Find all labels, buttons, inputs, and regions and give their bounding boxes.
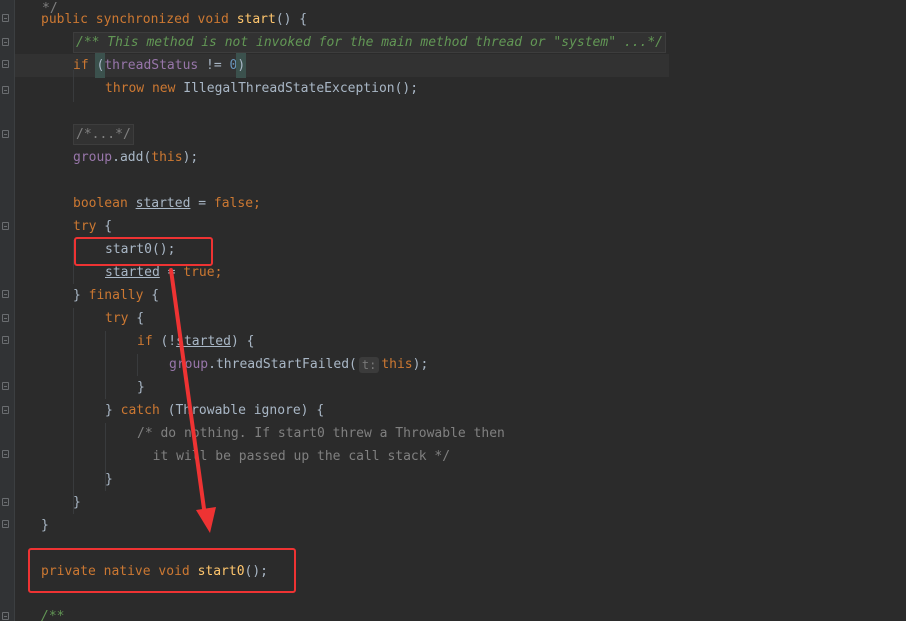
comment: /* do nothing. If start0 threw a Throwab… [137,426,505,441]
fold-icon[interactable] [2,450,9,458]
code-line[interactable]: /*...*/ [73,123,134,146]
field-name: threadStatus [104,58,199,73]
indent-guide [105,331,106,399]
code-line[interactable]: group .threadStartFailed(t: this); [169,353,428,376]
parameter-hint: t: [358,356,380,373]
code-line[interactable]: if (! started) { [137,330,254,353]
keyword: catch [120,403,160,418]
code-line[interactable]: public synchronized void start() { [41,8,307,31]
method-name: start [236,12,276,27]
code-line[interactable]: } finally { [73,284,159,307]
code-text: ; [214,265,223,280]
fold-icon[interactable] [2,612,9,620]
variable-name: started [176,334,231,349]
fold-icon[interactable] [2,382,9,390]
keyword: throw [105,81,145,96]
code-text: } [41,518,49,533]
fold-icon[interactable] [2,520,9,528]
fold-icon[interactable] [2,314,9,322]
keyword: synchronized [95,12,190,27]
keyword: false [213,196,254,211]
code-line[interactable]: boolean started = false; [73,192,261,215]
fold-icon[interactable] [2,60,9,68]
code-text: () { [275,12,308,27]
code-text: { [143,288,160,303]
folded-doc-comment[interactable]: /** This method is not invoked for the m… [73,32,666,53]
field-name: group [73,150,113,165]
start0-call-highlight [74,237,213,266]
keyword: finally [88,288,144,303]
code-line[interactable]: /** This method is not invoked for the m… [73,31,666,54]
code-text: { [128,311,145,326]
folded-comment[interactable]: /*...*/ [73,124,134,145]
code-text: ) { [230,334,255,349]
fold-icon[interactable] [2,498,9,506]
code-line[interactable]: group .add(this); [73,146,198,169]
code-line[interactable]: try { [105,307,144,330]
code-text: } [105,472,113,487]
editor-gutter[interactable] [0,0,15,621]
keyword: new [151,81,176,96]
code-text: } [105,403,121,418]
number-literal: 0 [229,58,238,73]
code-editor[interactable]: */ public synchronized void start() { /*… [0,0,906,621]
arrow-shaft [169,268,207,518]
keyword: void [197,12,229,27]
keyword: public [41,12,88,27]
code-line[interactable]: } [41,514,49,537]
fold-icon[interactable] [2,86,9,94]
code-text: } [73,495,81,510]
fold-icon[interactable] [2,406,9,414]
fold-icon[interactable] [2,222,9,230]
code-text: ); [182,150,199,165]
code-text: ; [253,196,261,211]
code-text: != [198,58,230,73]
keyword: if [137,334,153,349]
fold-icon[interactable] [2,130,9,138]
code-line[interactable]: it will be passed up the call stack */ [137,445,450,468]
code-text: (Throwable ignore) { [159,403,325,418]
keyword: this [381,357,413,372]
code-text: = [190,196,214,211]
code-line[interactable]: if (threadStatus != 0) [73,53,247,78]
code-text: .threadStartFailed( [208,357,357,372]
code-line[interactable]: } [73,491,81,514]
arrow-head-icon [196,507,216,533]
fold-icon[interactable] [2,38,9,46]
indent-guide [137,354,138,376]
start0-declaration-highlight [28,548,296,593]
code-line[interactable]: } [137,376,145,399]
fold-icon[interactable] [2,336,9,344]
code-line[interactable]: } catch (Throwable ignore) { [105,399,324,422]
keyword: if [73,58,89,73]
fold-icon[interactable] [2,290,9,298]
code-line[interactable]: } [105,468,113,491]
code-line[interactable]: /* do nothing. If start0 threw a Throwab… [137,422,505,445]
fold-icon[interactable] [2,14,9,22]
code-line[interactable]: /** [41,605,64,621]
variable-name: started [135,196,191,211]
keyword: try [105,311,129,326]
matched-paren: ) [236,53,247,78]
code-text: { [96,219,113,234]
code-text: ); [412,357,429,372]
code-text: .add( [112,150,152,165]
code-line[interactable]: throw new IllegalThreadStateException(); [105,77,418,100]
matched-paren: ( [95,53,106,78]
code-text: } [73,288,89,303]
comment: it will be passed up the call stack */ [137,449,451,464]
code-text: (! [152,334,177,349]
keyword: boolean [73,196,128,211]
field-name: group [169,357,209,372]
keyword: try [73,219,97,234]
keyword: this [151,150,183,165]
code-text: } [137,380,145,395]
doc-comment: /** [41,609,65,621]
code-line[interactable]: try { [73,215,112,238]
code-text: IllegalThreadStateException(); [183,81,419,96]
indent-guide [73,308,74,514]
